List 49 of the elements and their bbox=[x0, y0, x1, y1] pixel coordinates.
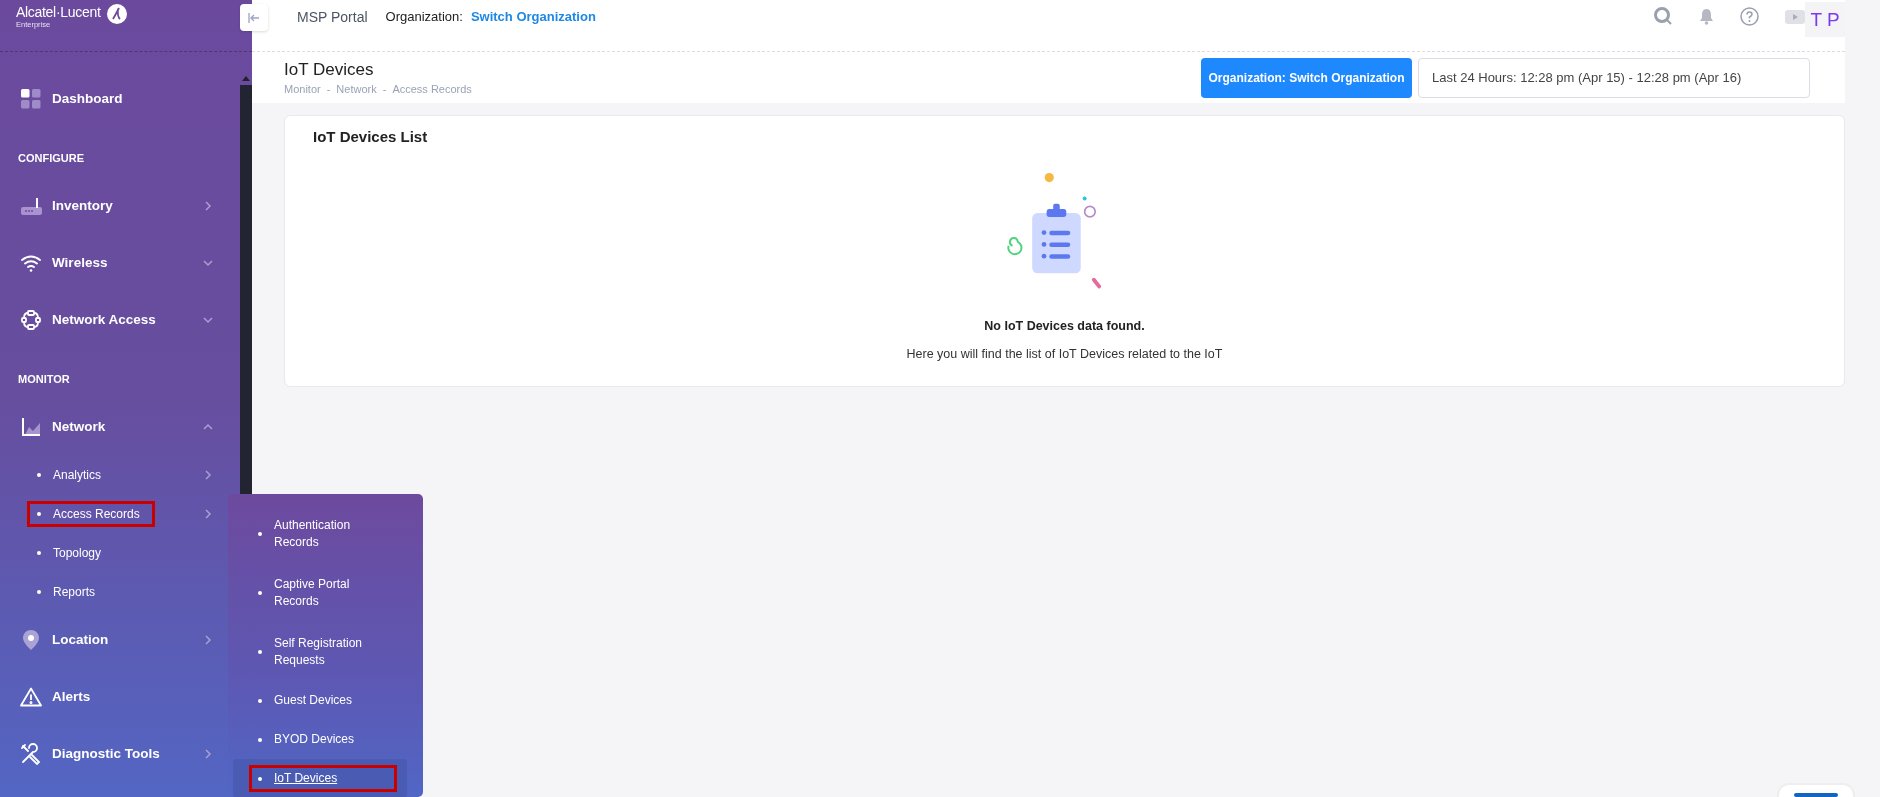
flyout-item[interactable]: Authentication Records bbox=[233, 504, 407, 563]
nav-subitem[interactable]: Topology bbox=[30, 542, 114, 563]
nav-item[interactable]: Alerts bbox=[0, 668, 212, 725]
collapse-sidebar-button[interactable] bbox=[240, 4, 268, 31]
flyout-item[interactable]: Captive Portal Records bbox=[233, 563, 407, 622]
flyout-item[interactable]: Guest Devices bbox=[233, 681, 407, 720]
nav-item[interactable]: Network Access bbox=[0, 291, 212, 348]
nav-subitem[interactable]: Analytics bbox=[30, 464, 114, 485]
switch-organization-link[interactable]: Switch Organization bbox=[470, 9, 596, 24]
nav-item[interactable]: Network bbox=[0, 398, 212, 455]
nav-item[interactable]: Location bbox=[0, 611, 212, 668]
section-heading: CONFIGURE bbox=[17, 151, 85, 166]
help-widget-button[interactable] bbox=[1777, 783, 1855, 797]
switch-organization-button[interactable]: Organization: Switch Organization bbox=[1201, 57, 1412, 98]
video-icon[interactable] bbox=[1785, 9, 1805, 24]
logo-text: Alcatel·Lucent bbox=[16, 4, 101, 20]
nav-subitem[interactable]: Reports bbox=[30, 581, 108, 602]
search-icon[interactable] bbox=[1654, 7, 1673, 26]
nav-item[interactable]: Wireless bbox=[0, 234, 212, 291]
location-pin-icon bbox=[23, 629, 39, 650]
breadcrumb-separator: - bbox=[382, 83, 387, 95]
nav-item[interactable]: Diagnostic Tools bbox=[0, 725, 212, 782]
empty-state-text: Here you will find the list of IoT Devices related to the IoT bbox=[906, 347, 1223, 361]
chart-icon bbox=[21, 416, 41, 437]
wifi-icon bbox=[21, 253, 41, 272]
user-avatar[interactable]: T P bbox=[1805, 2, 1845, 37]
logo-icon bbox=[106, 4, 127, 24]
flyout-item[interactable]: Self Registration Requests bbox=[233, 622, 407, 681]
tools-icon bbox=[20, 742, 42, 765]
time-range-selector[interactable]: Last 24 Hours: 12:28 pm (Apr 15) - 12:28 pm (Apr 16) bbox=[1418, 57, 1810, 98]
flyout-item[interactable]: BYOD Devices bbox=[233, 720, 407, 759]
help-icon[interactable] bbox=[1740, 7, 1759, 26]
router-icon bbox=[20, 195, 42, 216]
warning-icon bbox=[20, 686, 42, 707]
nav-item[interactable]: Dashboard bbox=[0, 70, 212, 127]
card-title: IoT Devices List bbox=[313, 128, 429, 145]
flyout-item[interactable]: IoT Devices bbox=[233, 759, 407, 797]
section-heading: MONITOR bbox=[17, 372, 71, 387]
grid-icon bbox=[21, 88, 41, 109]
empty-state-title: No IoT Devices data found. bbox=[984, 319, 1145, 333]
bell-icon[interactable] bbox=[1699, 8, 1714, 25]
network-nodes-icon bbox=[21, 309, 41, 330]
page-title: IoT Devices bbox=[284, 60, 375, 80]
portal-name: MSP Portal bbox=[297, 8, 368, 25]
nav-subitem[interactable]: Access Records bbox=[30, 503, 152, 524]
breadcrumb-separator: - bbox=[326, 83, 331, 95]
organization-label: Organization: bbox=[385, 9, 463, 24]
nav-item[interactable]: Inventory bbox=[0, 177, 212, 234]
arrow-left-icon bbox=[248, 12, 260, 23]
